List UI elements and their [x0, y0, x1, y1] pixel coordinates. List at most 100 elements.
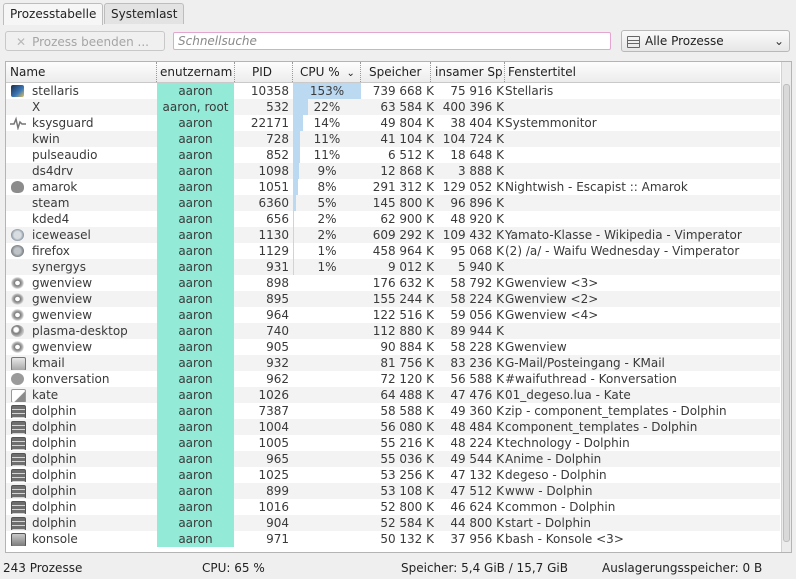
- gwenview-icon: [10, 276, 26, 290]
- column-header-cpu[interactable]: CPU % ⌄: [292, 62, 360, 82]
- process-shared-memory: 49 544 K: [450, 452, 504, 466]
- process-name: dolphin: [32, 500, 77, 514]
- table-row[interactable]: gwenview aaron 895 155 244 K 58 224 K Gwenvie…: [6, 291, 780, 307]
- process-cpu: [293, 387, 361, 403]
- table-row[interactable]: kate aaron 1026 64 488 K 47 476 K 01_degeso.l…: [6, 387, 780, 403]
- cpu-usage-bar: [293, 243, 294, 259]
- table-row[interactable]: ksysguard aaron 22171 14% 49 804 K 38 404 K Sy…: [6, 115, 780, 131]
- table-row[interactable]: konsole aaron 971 50 132 K 37 956 Kbash - Ko…: [6, 531, 780, 547]
- column-header-shared[interactable]: insamer Sp: [430, 62, 504, 82]
- table-row[interactable]: plasma-desktop aaron 740 112 880 K 89 944 K: [6, 323, 780, 339]
- table-row[interactable]: ds4drv aaron 1098 9% 12 868 K 3 888 K: [6, 163, 780, 179]
- process-window-title: [505, 131, 775, 147]
- table-row[interactable]: steam aaron 6360 5% 145 800 K 96 896 K: [6, 195, 780, 211]
- table-row[interactable]: konversation aaron 962 72 120 K 56 588 K #wai…: [6, 371, 780, 387]
- process-cpu: 11%: [293, 147, 361, 163]
- toolbar: ✕ Prozess beenden ... Schnellsuche Alle P…: [0, 24, 796, 56]
- process-user: aaron: [157, 179, 234, 195]
- process-count: 243 Prozesse: [3, 561, 83, 575]
- table-header: Name enutzernam PID CPU % ⌄ Speicher ins…: [6, 62, 780, 83]
- table-row[interactable]: amarok aaron 1051 8% 291 312 K 129 052 K Night…: [6, 179, 780, 195]
- cpu-header-label: CPU %: [300, 65, 340, 79]
- process-memory: 9 012 K: [387, 260, 434, 274]
- process-user: aaron: [157, 483, 234, 499]
- process-user: aaron: [157, 371, 234, 387]
- cpu-usage-bar: [293, 227, 294, 243]
- table-row[interactable]: dolphin aaron 1025 53 256 K 47 132 Kdegeso -…: [6, 467, 780, 483]
- process-window-title: Yamato-Klasse - Wikipedia - Vimperator: [505, 228, 742, 242]
- row-icon-empty: [10, 164, 26, 178]
- process-cpu: [293, 515, 361, 531]
- process-window-title: Nightwish - Escapist :: Amarok: [505, 180, 688, 194]
- process-shared-memory: 129 052 K: [442, 180, 504, 194]
- column-header-memory[interactable]: Speicher: [360, 62, 430, 82]
- column-header-window-title[interactable]: Fenstertitel: [504, 62, 778, 82]
- table-row[interactable]: stellaris aaron 10358 153% 739 668 K 75 916 K…: [6, 83, 780, 99]
- dolphin-icon: [10, 436, 26, 450]
- tab-bar: Prozesstabelle Systemlast: [0, 0, 796, 25]
- column-header-user[interactable]: enutzernam: [156, 62, 234, 82]
- table-row[interactable]: kwin aaron 728 11% 41 104 K 104 724 K: [6, 131, 780, 147]
- table-row[interactable]: dolphin aaron 1005 55 216 K 48 224 Ktechnolo…: [6, 435, 780, 451]
- table-row[interactable]: dolphin aaron 7387 58 588 K 49 360 Kzip - co…: [6, 403, 780, 419]
- table-row[interactable]: gwenview aaron 964 122 516 K 59 056 K Gwenvie…: [6, 307, 780, 323]
- process-shared-memory: 48 484 K: [450, 420, 504, 434]
- window-list-icon: [627, 36, 640, 48]
- process-pid: 905: [266, 340, 289, 354]
- row-icon-empty: [10, 196, 26, 210]
- table-row[interactable]: Xaaron, root 532 22% 63 584 K 400 396 K: [6, 99, 780, 115]
- process-name: iceweasel: [32, 228, 91, 242]
- table-row[interactable]: kded4 aaron 656 2% 62 900 K 48 920 K: [6, 211, 780, 227]
- process-filter-select[interactable]: Alle Prozesse ⌄: [621, 30, 790, 52]
- table-row[interactable]: kmail aaron 932 81 756 K 83 236 K G-Mail/Post…: [6, 355, 780, 371]
- process-memory: 55 036 K: [380, 452, 434, 466]
- scrollbar-thumb[interactable]: [783, 84, 790, 542]
- process-pid: 852: [266, 148, 289, 162]
- memory-usage: Speicher: 5,4 GiB / 15,7 GiB: [401, 561, 568, 575]
- process-shared-memory: 400 396 K: [442, 100, 504, 114]
- tab-process-table[interactable]: Prozesstabelle: [3, 3, 104, 25]
- end-process-button[interactable]: ✕ Prozess beenden ...: [5, 31, 165, 51]
- process-memory: 145 800 K: [372, 196, 434, 210]
- table-row[interactable]: iceweasel aaron 1130 2% 609 292 K 109 432 K Ya…: [6, 227, 780, 243]
- table-row[interactable]: dolphin aaron 965 55 036 K 49 544 K Anime - D…: [6, 451, 780, 467]
- process-shared-memory: 58 228 K: [450, 340, 504, 354]
- process-window-title: [505, 163, 775, 179]
- process-window-title: Gwenview <2>: [505, 292, 599, 306]
- process-user: aaron: [157, 243, 234, 259]
- process-shared-memory: 58 792 K: [450, 276, 504, 290]
- sort-descending-icon: ⌄: [346, 68, 355, 79]
- process-cpu: [293, 499, 361, 515]
- process-pid: 1005: [258, 436, 289, 450]
- process-name: kwin: [32, 132, 60, 146]
- process-cpu: 153%: [293, 83, 361, 99]
- process-name: ds4drv: [32, 164, 74, 178]
- process-cpu: [293, 323, 361, 339]
- vertical-scrollbar[interactable]: [781, 62, 791, 552]
- dolphin-icon: [10, 484, 26, 498]
- column-header-name[interactable]: Name: [10, 62, 150, 82]
- process-window-title: [505, 99, 775, 115]
- dolphin-icon: [10, 404, 26, 418]
- table-row[interactable]: firefox aaron 1129 1% 458 964 K 95 068 K (2) /…: [6, 243, 780, 259]
- table-row[interactable]: gwenview aaron 905 90 884 K 58 228 K Gwenview: [6, 339, 780, 355]
- process-window-title: [505, 147, 775, 163]
- process-memory: 81 756 K: [380, 356, 434, 370]
- tab-system-load[interactable]: Systemlast: [104, 3, 185, 24]
- process-memory: 58 588 K: [380, 404, 434, 418]
- table-row[interactable]: dolphin aaron 1016 52 800 K 46 624 Kcommon -…: [6, 499, 780, 515]
- table-row[interactable]: dolphin aaron 1004 56 080 K 48 484 Kcomponen…: [6, 419, 780, 435]
- process-table[interactable]: Name enutzernam PID CPU % ⌄ Speicher ins…: [5, 61, 792, 553]
- process-user: aaron: [157, 227, 234, 243]
- table-row[interactable]: dolphin aaron 899 53 108 K 47 512 Kwww - Dol…: [6, 483, 780, 499]
- table-row[interactable]: dolphin aaron 904 52 584 K 44 800 Kstart - D…: [6, 515, 780, 531]
- process-cpu-value: 11%: [313, 132, 341, 146]
- table-row[interactable]: gwenview aaron 898 176 632 K 58 792 K Gwenvie…: [6, 275, 780, 291]
- cpu-usage-bar: [293, 131, 300, 147]
- table-row[interactable]: pulseaudio aaron 852 11% 6 512 K 18 648 K: [6, 147, 780, 163]
- column-header-pid[interactable]: PID: [234, 62, 292, 82]
- search-input[interactable]: Schnellsuche: [173, 32, 611, 50]
- table-row[interactable]: synergys aaron 931 1% 9 012 K 5 940 K: [6, 259, 780, 275]
- process-shared-memory: 37 956 K: [450, 532, 504, 546]
- process-pid: 899: [266, 484, 289, 498]
